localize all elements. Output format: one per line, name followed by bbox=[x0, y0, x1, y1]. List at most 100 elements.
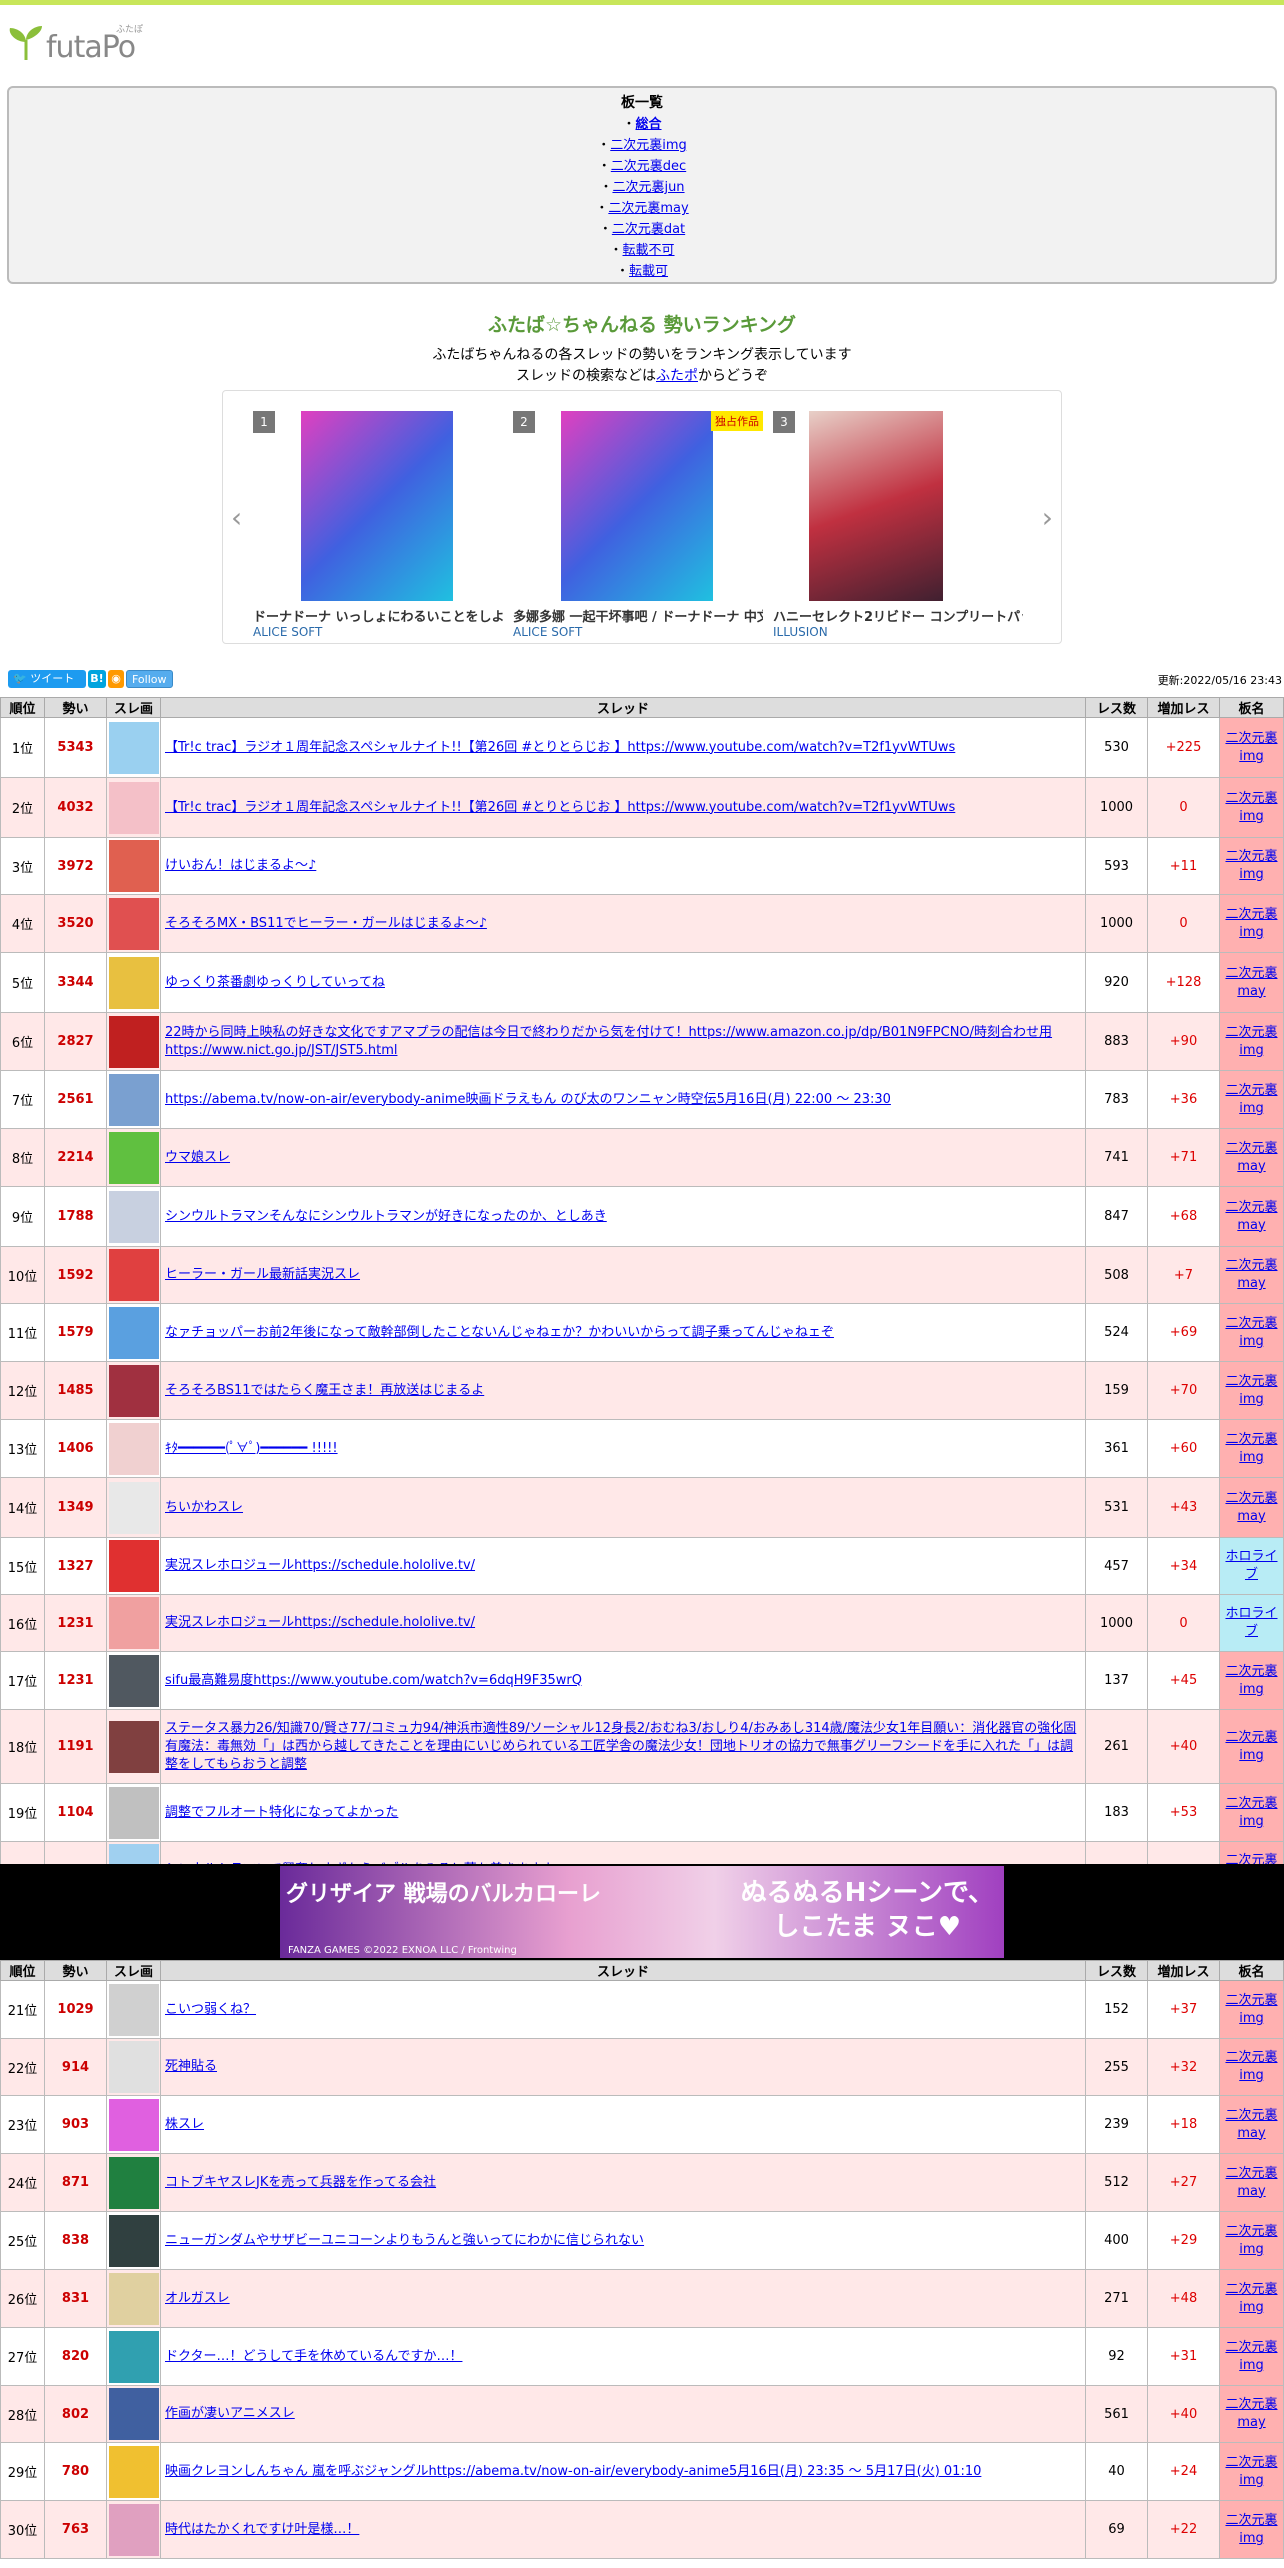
thumbnail-cell[interactable] bbox=[106, 894, 161, 953]
thread-link[interactable]: コトブキヤスレJKを売って兵器を作ってる会社 bbox=[165, 2175, 436, 2190]
product-image[interactable] bbox=[809, 411, 943, 601]
thread-thumbnail[interactable] bbox=[108, 721, 159, 774]
thread-thumbnail[interactable] bbox=[108, 897, 159, 950]
carousel-card[interactable]: 3 ハニーセレクト2リビドー コンプリートパック ILLUSION bbox=[773, 401, 1023, 641]
thumbnail-cell[interactable] bbox=[106, 1012, 161, 1071]
board-link[interactable]: 二次元裏 img bbox=[1225, 2282, 1277, 2315]
thumbnail-cell[interactable] bbox=[106, 2038, 161, 2096]
product-title[interactable]: ドーナドーナ いっしょにわるいことをしよう bbox=[253, 606, 503, 625]
board-link[interactable]: 総合 bbox=[636, 117, 662, 132]
thread-thumbnail[interactable] bbox=[108, 2388, 159, 2440]
thumbnail-cell[interactable] bbox=[106, 2327, 161, 2386]
thumbnail-cell[interactable] bbox=[106, 1246, 161, 1304]
thumbnail-cell[interactable] bbox=[106, 717, 161, 778]
thumbnail-cell[interactable] bbox=[106, 1419, 161, 1478]
thumbnail-cell[interactable] bbox=[106, 1709, 161, 1784]
thread-thumbnail[interactable] bbox=[108, 2214, 159, 2267]
thread-link[interactable]: 実況スレホロジュールhttps://schedule.hololive.tv/ bbox=[165, 1558, 475, 1573]
ad-banner[interactable]: グリザイア 戦場のバルカローレ ぬるぬるHシーンで、 しこたま ヌこ♥ FANZA… bbox=[0, 1864, 1284, 1960]
tweet-button[interactable]: 🐦 ツイート bbox=[8, 670, 86, 688]
thread-link[interactable]: ウマ娘スレ bbox=[165, 1150, 230, 1165]
carousel-card[interactable]: 2 独占作品 多娜多娜 一起干坏事吧 / ドーナドーナ 中文版 ALICE SO… bbox=[513, 401, 763, 641]
thumbnail-cell[interactable] bbox=[106, 1980, 161, 2039]
thumbnail-cell[interactable] bbox=[106, 1303, 161, 1362]
thumbnail-cell[interactable] bbox=[106, 2500, 161, 2559]
thread-link[interactable]: ちいかわスレ bbox=[165, 1500, 243, 1515]
thread-link[interactable]: 作画が凄いアニメスレ bbox=[165, 2406, 295, 2421]
thread-thumbnail[interactable] bbox=[108, 2156, 159, 2209]
thread-link[interactable]: 映画クレヨンしんちゃん 嵐を呼ぶジャングルhttps://abema.tv/no… bbox=[165, 2464, 981, 2479]
board-link[interactable]: 二次元裏 img bbox=[1225, 1432, 1277, 1465]
rss-icon[interactable]: ◉ bbox=[108, 670, 124, 688]
board-link[interactable]: 二次元裏 img bbox=[1225, 2340, 1277, 2373]
thread-thumbnail[interactable] bbox=[108, 2098, 159, 2151]
thread-link[interactable]: ヒーラー・ガール最新話実況スレ bbox=[165, 1267, 360, 1282]
product-title[interactable]: ハニーセレクト2リビドー コンプリートパック bbox=[773, 606, 1023, 625]
thread-link[interactable]: 時代はたかくれですけ叶是様…！ bbox=[165, 2522, 359, 2537]
carousel-card[interactable]: 1 ドーナドーナ いっしょにわるいことをしよう ALICE SOFT bbox=[253, 401, 503, 641]
hatena-button[interactable]: B! bbox=[88, 670, 106, 688]
thread-thumbnail[interactable] bbox=[108, 1015, 159, 1068]
thread-thumbnail[interactable] bbox=[108, 1190, 159, 1243]
thread-thumbnail[interactable] bbox=[108, 956, 159, 1009]
thread-link[interactable]: そろそろMX・BS11でヒーラー・ガールはじまるよ〜♪ bbox=[165, 916, 487, 931]
board-link[interactable]: 二次元裏 may bbox=[1225, 966, 1277, 999]
thumbnail-cell[interactable] bbox=[106, 2269, 161, 2328]
carousel-next-icon[interactable]: › bbox=[1042, 501, 1053, 534]
thumbnail-cell[interactable] bbox=[106, 2095, 161, 2154]
thumbnail-cell[interactable] bbox=[106, 777, 161, 838]
board-link[interactable]: 二次元裏 img bbox=[1225, 2513, 1277, 2546]
board-link[interactable]: 二次元裏 img bbox=[1225, 2455, 1277, 2488]
thread-link[interactable]: ドクター…！どうして手を休めているんですか…！ bbox=[165, 2349, 462, 2364]
board-link[interactable]: 二次元裏 img bbox=[1225, 2224, 1277, 2257]
board-link[interactable]: 二次元裏 img bbox=[1225, 1730, 1277, 1763]
futapo-logo[interactable]: futaPo ふたぽ bbox=[6, 22, 146, 66]
board-link[interactable]: 二次元裏 img bbox=[1225, 1796, 1277, 1829]
board-link[interactable]: 二次元裏 img bbox=[1225, 791, 1277, 824]
board-link[interactable]: 二次元裏 img bbox=[1225, 1316, 1277, 1349]
thread-link[interactable]: 22時から同時上映私の好きな文化ですアマプラの配信は今日で終わりだから気を付けて… bbox=[165, 1025, 1052, 1058]
thumbnail-cell[interactable] bbox=[106, 1651, 161, 1710]
thumbnail-cell[interactable] bbox=[106, 1128, 161, 1187]
thread-thumbnail[interactable] bbox=[108, 1249, 159, 1301]
thread-thumbnail[interactable] bbox=[108, 1654, 159, 1707]
thread-link[interactable]: 調整でフルオート特化になってよかった bbox=[165, 1805, 398, 1820]
follow-button[interactable]: Follow bbox=[126, 670, 173, 688]
thread-thumbnail[interactable] bbox=[108, 1481, 159, 1534]
thread-link[interactable]: ステータス暴力26/知識70/賢さ77/コミュ力94/神浜市適性89/ソーシャル… bbox=[165, 1721, 1076, 1772]
thumbnail-cell[interactable] bbox=[106, 2153, 161, 2212]
thread-thumbnail[interactable] bbox=[108, 1131, 159, 1184]
board-link[interactable]: 二次元裏 img bbox=[1225, 1664, 1277, 1697]
thread-link[interactable]: 【Tr!c trac】ラジオ１周年記念スペシャルナイト!!【第26回 #とりとら… bbox=[165, 740, 955, 755]
thread-link[interactable]: こいつ弱くね？ bbox=[165, 2002, 256, 2017]
thread-thumbnail[interactable] bbox=[108, 1306, 159, 1359]
thread-link[interactable]: ｷﾀ━━━━━━(ﾟ∀ﾟ)━━━━━━ !!!!! bbox=[165, 1441, 338, 1456]
thumbnail-cell[interactable] bbox=[106, 2211, 161, 2270]
board-link[interactable]: 二次元裏 img bbox=[1225, 1025, 1277, 1058]
thread-link[interactable]: 【Tr!c trac】ラジオ１周年記念スペシャルナイト!!【第26回 #とりとら… bbox=[165, 800, 955, 815]
thread-link[interactable]: 株スレ bbox=[165, 2117, 204, 2132]
board-link[interactable]: 二次元裏 img bbox=[1225, 849, 1277, 882]
thread-link[interactable]: なァチョッパーお前2年後になって敵幹部倒したことないんじゃねェか？かわいいからっ… bbox=[165, 1325, 834, 1340]
board-link[interactable]: 二次元裏img bbox=[610, 138, 687, 153]
thumbnail-cell[interactable] bbox=[106, 1537, 161, 1595]
board-link[interactable]: 二次元裏may bbox=[608, 201, 688, 216]
board-link[interactable]: 二次元裏 may bbox=[1225, 2397, 1277, 2430]
thumbnail-cell[interactable] bbox=[106, 2385, 161, 2443]
board-link[interactable]: 二次元裏dec bbox=[611, 159, 686, 174]
board-link[interactable]: 二次元裏 may bbox=[1225, 2166, 1277, 2199]
board-link[interactable]: 二次元裏dat bbox=[612, 222, 685, 237]
board-link[interactable]: 二次元裏 may bbox=[1225, 1141, 1277, 1174]
board-link[interactable]: 二次元裏 img bbox=[1225, 2050, 1277, 2083]
thread-thumbnail[interactable] bbox=[108, 2041, 159, 2093]
product-image[interactable] bbox=[561, 411, 713, 601]
thumbnail-cell[interactable] bbox=[106, 1783, 161, 1842]
thread-link[interactable]: けいおん！はじまるよ〜♪ bbox=[165, 858, 316, 873]
board-link[interactable]: 転載不可 bbox=[623, 243, 675, 258]
board-link[interactable]: 二次元裏jun bbox=[612, 180, 684, 195]
board-link[interactable]: 二次元裏 img bbox=[1225, 731, 1277, 764]
board-link[interactable]: 転載可 bbox=[629, 264, 668, 279]
product-title[interactable]: 多娜多娜 一起干坏事吧 / ドーナドーナ 中文版 bbox=[513, 606, 763, 625]
thread-thumbnail[interactable] bbox=[108, 2445, 159, 2498]
thread-link[interactable]: ゆっくり茶番劇ゆっくりしていってね bbox=[165, 975, 385, 990]
